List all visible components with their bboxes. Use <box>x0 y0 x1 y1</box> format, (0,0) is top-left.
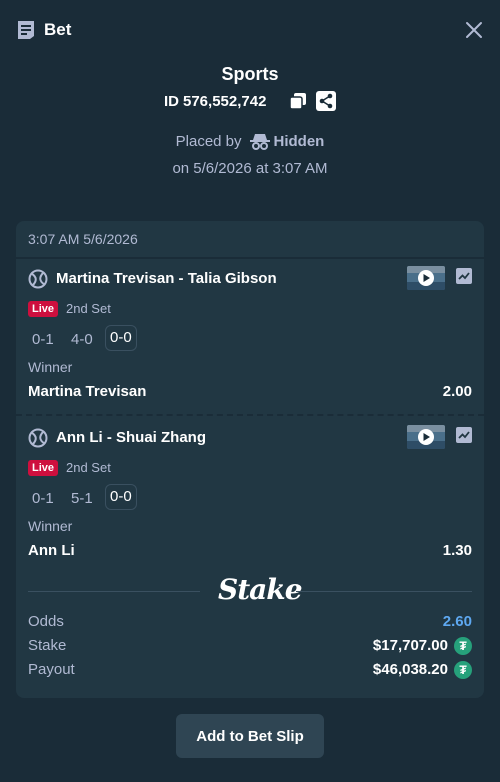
bet-slip-icon <box>18 21 34 39</box>
divider <box>28 591 200 592</box>
live-badge: Live <box>28 301 59 317</box>
tennis-ball-icon <box>28 269 48 289</box>
incognito-icon <box>249 134 270 150</box>
payout-label: Payout <box>28 661 75 678</box>
stake-logo: Stake <box>218 573 303 606</box>
live-badge: Live <box>28 460 59 476</box>
selection-odds: 2.00 <box>442 383 472 400</box>
bet-id: ID 576,552,742 <box>164 90 266 112</box>
stream-preview[interactable] <box>407 425 445 449</box>
stats-chart-icon[interactable] <box>456 268 472 284</box>
modal-header: Bet <box>0 0 500 60</box>
placed-by-label: Placed by <box>175 132 242 150</box>
tether-coin-icon: ₮ <box>454 637 472 655</box>
event-name[interactable]: Ann Li - Shuai Zhang <box>56 429 206 446</box>
stake-label: Stake <box>28 637 67 654</box>
copy-icon[interactable] <box>289 92 307 110</box>
score-set-1: 0-1 <box>32 490 54 507</box>
score-set-1: 0-1 <box>32 331 54 348</box>
tennis-ball-icon <box>28 428 48 448</box>
set-label: 2nd Set <box>66 460 111 475</box>
summary-payout: Payout $46,038.20 ₮ <box>28 661 472 683</box>
bet-leg: Martina Trevisan - Talia Gibson Live 2nd… <box>16 259 484 414</box>
card-timestamp: 3:07 AM 5/6/2026 <box>28 231 138 247</box>
placed-by: Placed by Hidden <box>0 132 500 150</box>
placed-by-user: Hidden <box>273 132 325 150</box>
bet-category: Sports <box>221 64 279 84</box>
payout-amount: $46,038.20 <box>372 661 448 678</box>
market-name: Winner <box>28 359 73 375</box>
summary-odds: Odds 2.60 <box>28 613 472 635</box>
stream-preview[interactable] <box>407 266 445 290</box>
set-label: 2nd Set <box>66 301 111 316</box>
divider <box>296 591 472 592</box>
stake-amount: $17,707.00 <box>372 637 448 654</box>
bet-id-label: ID <box>164 92 179 110</box>
market-name: Winner <box>28 518 73 534</box>
score-current-game: 0-0 <box>105 325 137 351</box>
total-odds: 2.60 <box>442 613 472 630</box>
modal-title: Bet <box>44 20 72 39</box>
bet-leg: Ann Li - Shuai Zhang Live 2nd Set 0-1 5-… <box>16 418 484 573</box>
score-set-2: 5-1 <box>71 490 93 507</box>
summary-stake: Stake $17,707.00 ₮ <box>28 637 472 659</box>
stats-chart-icon[interactable] <box>456 427 472 443</box>
leg-divider <box>16 414 484 416</box>
odds-label: Odds <box>28 613 64 630</box>
bet-id-value: 576,552,742 <box>183 92 267 110</box>
stake-logo-row: Stake <box>16 571 484 611</box>
placed-date: on 5/6/2026 at 3:07 AM <box>172 160 328 177</box>
bet-card: 3:07 AM 5/6/2026 Martina Trevisan - Tali… <box>16 221 484 698</box>
selection-name: Ann Li <box>28 542 75 559</box>
share-icon[interactable] <box>316 91 336 111</box>
add-to-bet-slip-button[interactable]: Add to Bet Slip <box>176 714 324 758</box>
selection-odds: 1.30 <box>442 542 472 559</box>
score-set-2: 4-0 <box>71 331 93 348</box>
selection-name: Martina Trevisan <box>28 383 147 400</box>
tether-coin-icon: ₮ <box>454 661 472 679</box>
event-name[interactable]: Martina Trevisan - Talia Gibson <box>56 270 277 287</box>
close-icon[interactable] <box>464 20 484 40</box>
score-current-game: 0-0 <box>105 484 137 510</box>
